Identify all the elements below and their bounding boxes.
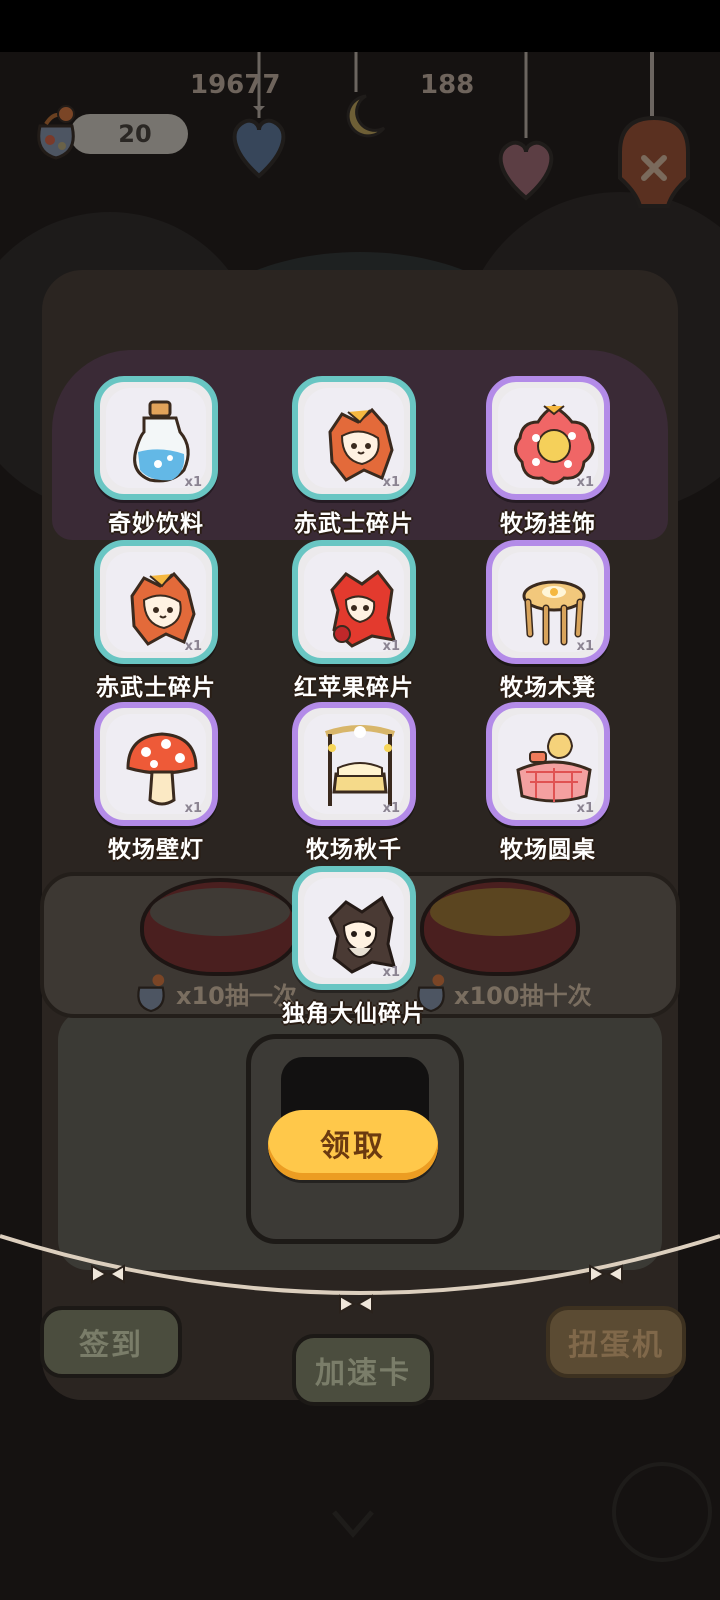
reward-name: 牧场壁灯	[108, 837, 204, 863]
seed-bag-icon	[137, 974, 165, 1013]
reward-item[interactable]: x1 赤武士碎片	[254, 376, 454, 541]
reward-name: 奇妙饮料	[108, 511, 204, 537]
red-apple-fragment-icon	[330, 569, 397, 648]
reward-item[interactable]: x1 红苹果碎片	[254, 540, 454, 705]
mushroom-lamp-icon	[126, 732, 198, 806]
claim-button[interactable]: 领取	[268, 1110, 438, 1180]
unicorn-sage-fragment-icon	[328, 895, 397, 974]
reward-card[interactable]: x1	[292, 540, 416, 664]
reward-card[interactable]: x1	[94, 702, 218, 826]
status-bar	[0, 0, 720, 52]
reward-name: 独角大仙碎片	[282, 1001, 426, 1027]
reward-item[interactable]: x1 独角大仙碎片	[254, 866, 454, 1031]
reward-item[interactable]: x1 牧场圆桌	[448, 702, 648, 867]
reward-name: 牧场圆桌	[500, 837, 596, 863]
reward-name: 红苹果碎片	[294, 675, 414, 701]
reward-card[interactable]: x1	[486, 376, 610, 500]
draw-ten-label: x100抽十次	[454, 982, 592, 1010]
potion-bottle-icon	[133, 400, 190, 483]
token-counter: 20	[70, 114, 188, 154]
reward-quantity: x1	[184, 801, 202, 816]
moon-charm-icon	[346, 52, 386, 138]
round-table-icon	[516, 732, 592, 803]
reward-card[interactable]: x1	[486, 702, 610, 826]
reward-name: 赤武士碎片	[96, 675, 216, 701]
reward-item[interactable]: x1 牧场秋千	[254, 702, 454, 867]
red-samurai-fragment-icon	[328, 407, 394, 482]
reward-name: 牧场秋千	[306, 837, 402, 863]
reward-quantity: x1	[576, 801, 594, 816]
pink-heart-charm-icon	[498, 52, 554, 201]
reward-quantity: x1	[184, 639, 202, 654]
chevron-down-icon[interactable]	[330, 1508, 376, 1538]
reward-quantity: x1	[382, 965, 400, 980]
reward-name: 赤武士碎片	[294, 511, 414, 537]
reward-card[interactable]: x1	[292, 866, 416, 990]
reward-item[interactable]: x1 牧场木凳	[448, 540, 648, 705]
reward-quantity: x1	[382, 475, 400, 490]
reward-item[interactable]: x1 奇妙饮料	[56, 376, 256, 541]
reward-quantity: x1	[576, 639, 594, 654]
reward-card[interactable]: x1	[94, 376, 218, 500]
reward-card[interactable]: x1	[94, 540, 218, 664]
red-samurai-fragment-icon	[130, 571, 196, 646]
reward-item[interactable]: x1 牧场壁灯	[56, 702, 256, 867]
seed-bag-icon	[37, 105, 75, 160]
reward-name: 牧场木凳	[500, 675, 596, 701]
close-tag-icon[interactable]	[610, 52, 700, 212]
gacha-machine-button[interactable]: 扭蛋机	[546, 1306, 686, 1378]
reward-quantity: x1	[382, 801, 400, 816]
checkin-button[interactable]: 签到	[40, 1306, 182, 1378]
wooden-stool-icon	[522, 580, 586, 646]
hud-gem-value: 188	[420, 70, 475, 100]
reward-item[interactable]: x1 牧场挂饰	[448, 376, 648, 541]
heart-charm-icon	[232, 52, 286, 179]
swing-bed-icon	[325, 725, 395, 806]
speedup-card-button[interactable]: 加速卡	[292, 1334, 434, 1406]
reward-quantity: x1	[576, 475, 594, 490]
corner-circle-icon[interactable]	[612, 1462, 712, 1562]
reward-card[interactable]: x1	[292, 702, 416, 826]
reward-card[interactable]: x1	[292, 376, 416, 500]
flower-ornament-icon	[514, 404, 595, 485]
reward-item[interactable]: x1 赤武士碎片	[56, 540, 256, 705]
reward-quantity: x1	[184, 475, 202, 490]
reward-quantity: x1	[382, 639, 400, 654]
reward-card[interactable]: x1	[486, 540, 610, 664]
reward-name: 牧场挂饰	[500, 511, 596, 537]
